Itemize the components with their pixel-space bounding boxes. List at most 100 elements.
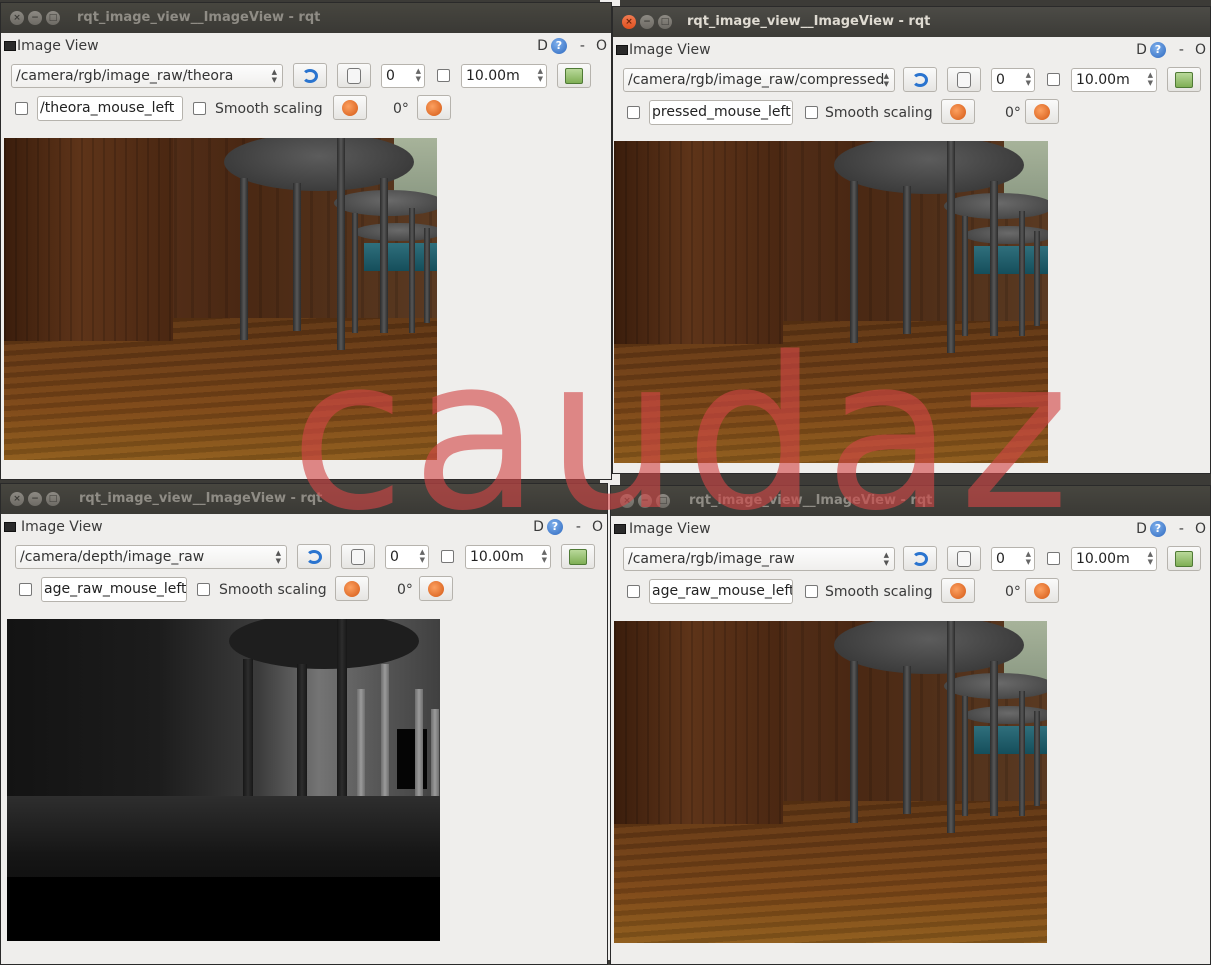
spin-arrows-icon[interactable]: ▲ ▼ <box>542 548 547 564</box>
num-gridlines-spinbox[interactable]: 0 ▲ ▼ <box>385 545 429 569</box>
save-image-button[interactable] <box>1167 546 1201 571</box>
refresh-topics-button[interactable] <box>297 544 331 569</box>
spin-arrows-icon[interactable]: ▲ ▼ <box>1026 71 1031 87</box>
dock-button[interactable]: D <box>1136 521 1147 537</box>
close-plugin-button[interactable]: O <box>1195 42 1206 58</box>
spin-arrows-icon[interactable]: ▲ ▼ <box>1148 71 1153 87</box>
rotate-right-button[interactable] <box>419 576 453 601</box>
save-image-button[interactable] <box>561 544 595 569</box>
dynamic-range-checkbox[interactable] <box>437 69 450 82</box>
depth-image-display[interactable] <box>7 619 440 941</box>
image-display[interactable] <box>614 141 1048 463</box>
image-display[interactable] <box>614 621 1047 943</box>
topic-select[interactable]: /camera/rgb/image_raw/compressed ▲ ▼ <box>623 68 895 92</box>
smooth-scaling-label: Smooth scaling <box>219 582 327 598</box>
help-icon[interactable]: ? <box>1149 521 1166 537</box>
close-plugin-button[interactable]: O <box>596 38 607 54</box>
chevron-updown-icon: ▲ ▼ <box>883 551 889 567</box>
pan-button[interactable] <box>947 67 981 92</box>
smooth-scaling-checkbox[interactable] <box>197 583 210 596</box>
window-titlebar[interactable]: × − □ rqt_image_view__ImageView - rqt <box>613 7 1210 37</box>
publish-mouse-checkbox[interactable] <box>627 106 640 119</box>
close-icon[interactable]: × <box>622 15 636 29</box>
dock-button[interactable]: D <box>533 519 544 535</box>
pan-button[interactable] <box>341 544 375 569</box>
publish-mouse-checkbox[interactable] <box>15 102 28 115</box>
minimize-plugin-button[interactable]: - <box>580 38 585 54</box>
help-icon[interactable]: ? <box>550 38 567 54</box>
rotate-right-icon <box>1034 582 1050 599</box>
spin-arrows-icon[interactable]: ▲ ▼ <box>538 67 543 83</box>
maximize-icon[interactable]: □ <box>46 492 60 506</box>
dynamic-range-checkbox[interactable] <box>1047 73 1060 86</box>
rotate-left-button[interactable] <box>333 95 367 120</box>
close-plugin-button[interactable]: O <box>1195 521 1206 537</box>
smooth-scaling-checkbox[interactable] <box>193 102 206 115</box>
dynamic-range-checkbox[interactable] <box>1047 552 1060 565</box>
num-gridlines-spinbox[interactable]: 0 ▲ ▼ <box>991 547 1035 571</box>
minimize-plugin-button[interactable]: - <box>576 519 581 535</box>
pan-button[interactable] <box>337 63 371 88</box>
save-image-icon <box>565 67 583 84</box>
maximize-icon[interactable]: □ <box>656 494 670 508</box>
window-titlebar[interactable]: × − □ rqt_image_view__ImageView - rqt <box>611 486 1210 516</box>
close-icon[interactable]: × <box>620 494 634 508</box>
rotate-left-button[interactable] <box>941 578 975 603</box>
save-image-button[interactable] <box>557 63 591 88</box>
spin-arrows-icon[interactable]: ▲ ▼ <box>1026 550 1031 566</box>
close-icon[interactable]: × <box>10 11 24 25</box>
spin-arrows-icon[interactable]: ▲ ▼ <box>1148 550 1153 566</box>
dock-button[interactable]: D <box>1136 42 1147 58</box>
maximize-icon[interactable]: □ <box>46 11 60 25</box>
window-titlebar[interactable]: × − □ rqt_image_view__ImageView - rqt <box>1 484 607 514</box>
window-titlebar[interactable]: × − □ rqt_image_view__ImageView - rqt <box>1 3 611 33</box>
maximize-icon[interactable]: □ <box>658 15 672 29</box>
help-icon[interactable]: ? <box>1149 42 1166 58</box>
pan-button[interactable] <box>947 546 981 571</box>
refresh-topics-button[interactable] <box>903 546 937 571</box>
minimize-plugin-button[interactable]: - <box>1179 521 1184 537</box>
topic-select[interactable]: /camera/rgb/image_raw/theora ▲ ▼ <box>11 64 283 88</box>
rotate-left-button[interactable] <box>941 99 975 124</box>
mouse-topic-input[interactable]: /theora_mouse_left <box>37 96 183 121</box>
image-display[interactable] <box>4 138 437 460</box>
rotate-left-button[interactable] <box>335 576 369 601</box>
mouse-topic-input[interactable]: age_raw_mouse_left <box>41 577 187 602</box>
num-gridlines-spinbox[interactable]: 0 ▲ ▼ <box>381 64 425 88</box>
minimize-icon[interactable]: − <box>638 494 652 508</box>
num-gridlines-spinbox[interactable]: 0 ▲ ▼ <box>991 68 1035 92</box>
rotate-right-button[interactable] <box>1025 99 1059 124</box>
help-icon[interactable]: ? <box>546 519 563 535</box>
image-view-window-raw: × − □ rqt_image_view__ImageView - rqt Im… <box>610 485 1211 965</box>
save-image-button[interactable] <box>1167 67 1201 92</box>
mouse-topic-input[interactable]: pressed_mouse_left <box>649 100 793 125</box>
max-range-spinbox[interactable]: 10.00m ▲ ▼ <box>465 545 551 569</box>
publish-mouse-checkbox[interactable] <box>19 583 32 596</box>
publish-mouse-checkbox[interactable] <box>627 585 640 598</box>
image-view-window-theora: × − □ rqt_image_view__ImageView - rqt Im… <box>0 2 612 480</box>
minimize-icon[interactable]: − <box>28 492 42 506</box>
minimize-icon[interactable]: − <box>640 15 654 29</box>
close-icon[interactable]: × <box>10 492 24 506</box>
rotate-right-button[interactable] <box>1025 578 1059 603</box>
spin-arrows-icon[interactable]: ▲ ▼ <box>416 67 421 83</box>
max-range-spinbox[interactable]: 10.00m ▲ ▼ <box>461 64 547 88</box>
close-plugin-button[interactable]: O <box>592 519 603 535</box>
refresh-topics-button[interactable] <box>293 63 327 88</box>
max-range-spinbox[interactable]: 10.00m ▲ ▼ <box>1071 547 1157 571</box>
topic-select[interactable]: /camera/depth/image_raw ▲ ▼ <box>15 545 287 569</box>
dock-button[interactable]: D <box>537 38 548 54</box>
rotate-right-button[interactable] <box>417 95 451 120</box>
topic-select[interactable]: /camera/rgb/image_raw ▲ ▼ <box>623 547 895 571</box>
mouse-topic-input[interactable]: age_raw_mouse_left <box>649 579 793 604</box>
refresh-topics-button[interactable] <box>903 67 937 92</box>
window-title: rqt_image_view__ImageView - rqt <box>689 493 933 508</box>
spin-arrows-icon[interactable]: ▲ ▼ <box>420 548 425 564</box>
max-range-spinbox[interactable]: 10.00m ▲ ▼ <box>1071 68 1157 92</box>
smooth-scaling-checkbox[interactable] <box>805 106 818 119</box>
minimize-icon[interactable]: − <box>28 11 42 25</box>
minimize-plugin-button[interactable]: - <box>1179 42 1184 58</box>
dynamic-range-checkbox[interactable] <box>441 550 454 563</box>
smooth-scaling-checkbox[interactable] <box>805 585 818 598</box>
pan-icon <box>347 67 361 84</box>
